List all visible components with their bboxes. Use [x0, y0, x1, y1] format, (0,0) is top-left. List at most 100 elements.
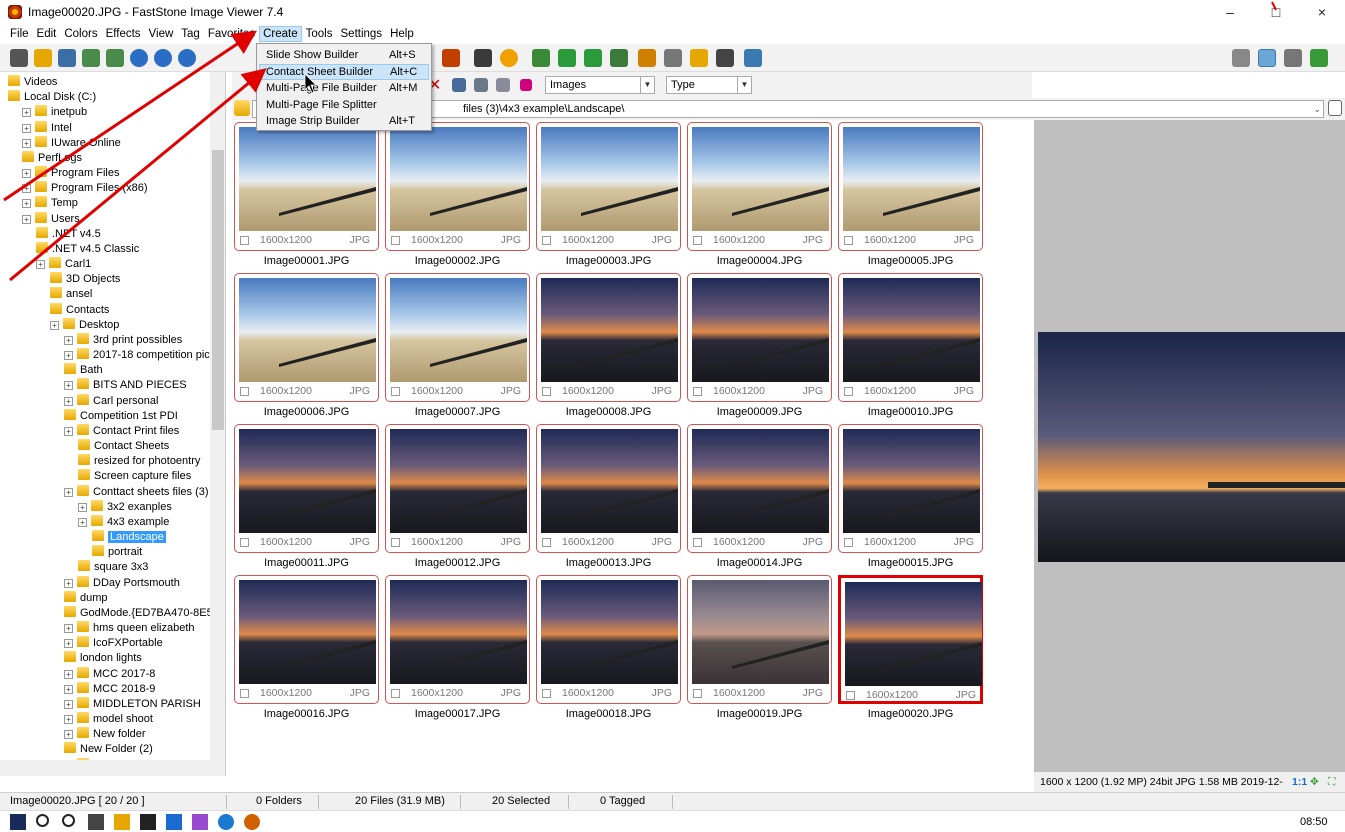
chevron-down-icon[interactable]: ⌄	[1313, 101, 1321, 117]
thumbnail-filename[interactable]: Image00007.JPG	[385, 406, 530, 418]
tree-item[interactable]: resized for photoentry	[78, 454, 200, 469]
fullscreen-icon[interactable]	[1310, 49, 1328, 67]
print-preview-icon[interactable]	[82, 49, 100, 67]
tree-item[interactable]: + Desktop	[50, 317, 119, 333]
copy-icon[interactable]	[106, 49, 124, 67]
zoom-out-icon[interactable]	[154, 49, 172, 67]
edge-icon[interactable]	[218, 814, 234, 830]
create-menu-item[interactable]: Contact Sheet Builder Alt+C	[259, 63, 429, 80]
thumbnail-checkbox[interactable]	[240, 689, 249, 698]
tree-item[interactable]: PerfLogs	[22, 150, 82, 166]
layout-3-icon[interactable]	[1284, 49, 1302, 67]
tree-item[interactable]: + hms queen elizabeth	[64, 621, 195, 636]
thumbnail-filename[interactable]: Image00006.JPG	[234, 406, 379, 418]
tree-item[interactable]: Competition 1st PDI	[64, 408, 178, 424]
thumbnail-checkbox[interactable]	[391, 689, 400, 698]
person-icon[interactable]	[532, 49, 550, 67]
tree-item[interactable]: +4x3 example	[78, 514, 169, 530]
thumbnail-card[interactable]: 1600x1200 JPG	[385, 575, 530, 704]
expand-icon[interactable]: +	[22, 199, 31, 209]
tree-item[interactable]: Screen capture files	[78, 469, 191, 484]
open-folder-icon[interactable]	[34, 49, 52, 67]
thumbnail-card[interactable]: 1600x1200 JPG	[838, 273, 983, 402]
tree-item[interactable]: + DDay Portsmouth	[64, 575, 180, 591]
expand-icon[interactable]: +	[64, 487, 73, 497]
layout-2-icon[interactable]	[1258, 49, 1276, 67]
expand-icon[interactable]: +	[22, 108, 31, 118]
thumbnail-filename[interactable]: Image00009.JPG	[687, 406, 832, 418]
trash-icon[interactable]	[1328, 100, 1342, 116]
expand-icon[interactable]: +	[22, 214, 31, 224]
thumbnail-checkbox[interactable]	[542, 236, 551, 245]
maximize-button[interactable]: □	[1253, 0, 1299, 24]
expand-icon[interactable]: +	[22, 184, 31, 194]
tree-item[interactable]: + MCC 2018-9	[64, 681, 155, 697]
tree-item[interactable]: + Program Files (x86)	[22, 181, 148, 196]
faststone-taskbar-icon[interactable]	[244, 814, 260, 830]
tree-item[interactable]: ansel	[50, 287, 92, 302]
menu-view[interactable]: View	[145, 26, 178, 42]
tree-item[interactable]: + MCC 2017-8	[64, 666, 155, 682]
expand-icon[interactable]: +	[64, 715, 73, 725]
thumbnail-checkbox[interactable]	[693, 387, 702, 396]
search-icon[interactable]	[36, 814, 49, 827]
thumbnail-filename[interactable]: Image00004.JPG	[687, 255, 832, 267]
tree-item[interactable]: Bath	[64, 363, 103, 378]
expand-icon[interactable]: +	[78, 517, 87, 527]
thumbnail-checkbox[interactable]	[693, 236, 702, 245]
expand-icon[interactable]: +	[22, 169, 31, 179]
thumbnail-filename[interactable]: Image00003.JPG	[536, 255, 681, 267]
tree-item[interactable]: .NET v4.5	[36, 226, 101, 242]
create-menu-item[interactable]: Slide Show Builder Alt+S	[259, 47, 429, 63]
tree-scrollbar-thumb[interactable]	[212, 150, 224, 430]
color-label-icon[interactable]	[520, 79, 532, 91]
tree-item[interactable]: + inetpub	[22, 105, 87, 120]
create-menu-item[interactable]: Multi-Page File Builder Alt+M	[259, 80, 429, 96]
menu-help[interactable]: Help	[386, 26, 418, 42]
expand-icon[interactable]: +	[22, 123, 31, 133]
tree-item[interactable]: Landscape	[92, 530, 166, 545]
email-icon[interactable]	[690, 49, 708, 67]
type-sort-select[interactable]: Type ▼	[666, 76, 752, 94]
thumbnail-checkbox[interactable]	[846, 691, 855, 700]
tree-item[interactable]: + Carl personal	[64, 393, 158, 409]
tree-item[interactable]: square 3x3	[78, 560, 148, 575]
expand-icon[interactable]: +	[64, 624, 73, 634]
thumbnail-filename[interactable]: Image00001.JPG	[234, 255, 379, 267]
tree-item[interactable]: +3x2 exanples	[78, 499, 172, 515]
thumbnail-checkbox[interactable]	[693, 538, 702, 547]
thumbnail-card[interactable]: 1600x1200 JPG	[687, 273, 832, 402]
create-menu-item[interactable]: Image Strip Builder Alt+T	[259, 113, 429, 129]
tree-horizontal-scrollbar[interactable]	[0, 760, 210, 776]
thumbnail-filename[interactable]: Image00016.JPG	[234, 708, 379, 720]
cortana-icon[interactable]	[62, 814, 75, 827]
thumbnail-card[interactable]: 1600x1200 JPG	[234, 122, 379, 251]
list-view-icon[interactable]	[474, 78, 488, 92]
thumbnail-card[interactable]: 1600x1200 JPG	[385, 273, 530, 402]
tree-item[interactable]: + IcoFXPortable	[64, 636, 163, 651]
thumbnail-checkbox[interactable]	[240, 236, 249, 245]
expand-icon[interactable]: +	[64, 669, 73, 679]
screen-capture-icon[interactable]	[744, 49, 762, 67]
zoom-button[interactable]: 1:1	[1292, 772, 1307, 792]
thumbnail-card[interactable]: 1600x1200 JPG	[234, 424, 379, 553]
expand-icon[interactable]: +	[64, 699, 73, 709]
text-icon[interactable]	[474, 49, 492, 67]
crop-icon[interactable]	[442, 49, 460, 67]
thumbnail-checkbox[interactable]	[844, 387, 853, 396]
tree-item[interactable]: +2017-18 competition pictu	[64, 348, 219, 363]
thumbnail-checkbox[interactable]	[391, 236, 400, 245]
tree-item[interactable]: + New folder	[64, 727, 146, 742]
task-view-icon[interactable]	[88, 814, 104, 830]
thumbnail-card[interactable]: 1600x1200 JPG	[838, 424, 983, 553]
menu-effects[interactable]: Effects	[102, 26, 145, 42]
expand-icon[interactable]: +	[50, 320, 59, 330]
thumbnail-filename[interactable]: Image00012.JPG	[385, 557, 530, 569]
thumbnail-filename[interactable]: Image00020.JPG	[838, 708, 983, 720]
thumbnail-checkbox[interactable]	[391, 538, 400, 547]
thumbnail-card[interactable]: 1600x1200 JPG	[385, 424, 530, 553]
thumbnail-checkbox[interactable]	[542, 538, 551, 547]
thumbnail-filename[interactable]: Image00019.JPG	[687, 708, 832, 720]
thumbnail-card[interactable]: 1600x1200 JPG	[536, 424, 681, 553]
tree-item[interactable]: .NET v4.5 Classic	[36, 241, 139, 257]
